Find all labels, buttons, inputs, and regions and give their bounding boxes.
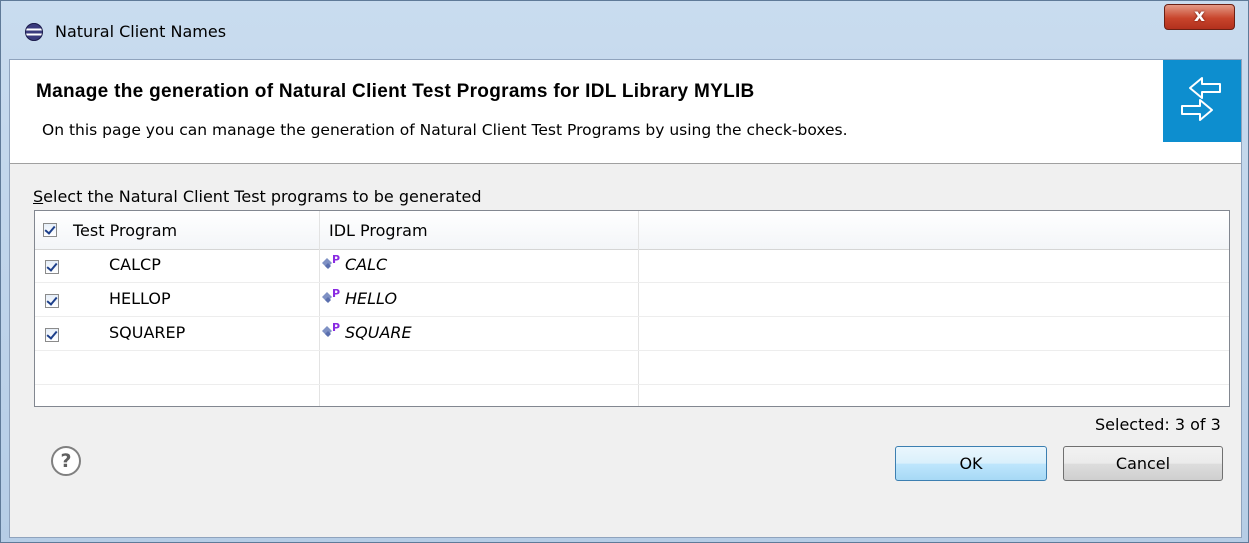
selected-count: Selected: 3 of 3 xyxy=(1095,415,1221,434)
test-program-name: SQUAREP xyxy=(109,323,186,342)
page-description: On this page you can manage the generati… xyxy=(42,121,848,139)
arrows-exchange-icon xyxy=(1181,77,1221,121)
svg-text:P: P xyxy=(332,322,340,334)
selection-label: Select the Natural Client Test programs … xyxy=(33,187,482,206)
svg-text:P: P xyxy=(332,288,340,300)
cancel-button[interactable]: Cancel xyxy=(1063,446,1223,481)
idl-program-name: HELLO xyxy=(345,289,398,308)
eclipse-app-icon xyxy=(25,23,43,41)
test-program-table[interactable]: Test Program IDL Program CALCP P CALC HE… xyxy=(34,210,1230,407)
row-line xyxy=(35,350,1229,351)
row-checkbox[interactable] xyxy=(45,328,59,342)
table-row[interactable]: CALCP P CALC xyxy=(35,249,1229,282)
test-program-name: CALCP xyxy=(109,255,161,274)
wizard-header: Manage the generation of Natural Client … xyxy=(10,60,1241,164)
idl-program-name: SQUARE xyxy=(345,323,412,342)
column-header-idl-program[interactable]: IDL Program xyxy=(329,221,428,240)
page-title: Manage the generation of Natural Client … xyxy=(36,81,755,102)
dialog-content: Manage the generation of Natural Client … xyxy=(9,59,1242,538)
idl-program-name: CALC xyxy=(345,255,388,274)
wizard-banner-icon xyxy=(1163,60,1241,142)
table-row[interactable]: HELLOP P HELLO xyxy=(35,283,1229,316)
idl-program-icon: P xyxy=(322,288,340,303)
row-checkbox[interactable] xyxy=(45,294,59,308)
idl-program-icon: P xyxy=(322,254,340,269)
title-bar[interactable]: Natural Client Names x xyxy=(1,1,1248,41)
ok-button[interactable]: OK xyxy=(895,446,1047,481)
dialog-window: Natural Client Names x Manage the genera… xyxy=(0,0,1249,543)
column-header-test-program[interactable]: Test Program xyxy=(73,221,177,240)
test-program-name: HELLOP xyxy=(109,289,171,308)
close-button[interactable]: x xyxy=(1164,4,1235,30)
table-row[interactable]: SQUAREP P SQUARE xyxy=(35,317,1229,350)
row-checkbox[interactable] xyxy=(45,260,59,274)
svg-text:P: P xyxy=(332,254,340,266)
select-all-checkbox[interactable] xyxy=(43,223,57,237)
idl-program-icon: P xyxy=(322,322,340,337)
window-title: Natural Client Names xyxy=(55,22,227,41)
help-icon[interactable]: ? xyxy=(51,446,81,476)
row-line xyxy=(35,384,1229,385)
table-header: Test Program IDL Program xyxy=(35,211,1229,250)
